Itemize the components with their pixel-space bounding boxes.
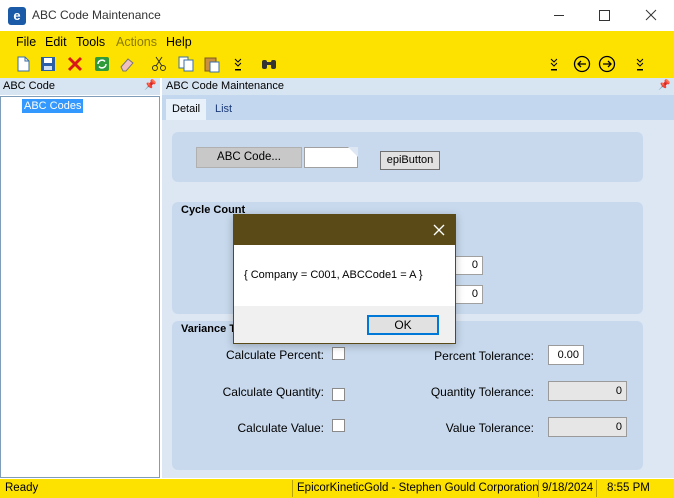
calculate-percent-checkbox[interactable] (332, 347, 345, 360)
status-separator (292, 480, 293, 497)
status-ready: Ready (5, 482, 39, 494)
close-icon (645, 9, 657, 21)
dialog-close-icon[interactable] (431, 222, 447, 238)
dialog-title-bar (234, 215, 455, 245)
calculate-quantity-checkbox[interactable] (332, 388, 345, 401)
refresh-icon[interactable] (93, 55, 111, 73)
tab-detail[interactable]: Detail (166, 99, 207, 120)
save-icon[interactable] (39, 55, 57, 73)
calculate-quantity-label: Calculate Quantity: (222, 385, 324, 399)
menu-actions[interactable]: Actions (116, 35, 157, 49)
minimize-icon (554, 15, 564, 16)
calculate-value-checkbox[interactable] (332, 419, 345, 432)
maximize-button[interactable] (582, 0, 628, 31)
title-bar: e ABC Code Maintenance (0, 0, 674, 31)
menu-help[interactable]: Help (166, 35, 192, 49)
dialog-footer: OK (234, 306, 455, 343)
status-bar: Ready EpicorKineticGold - Stephen Gould … (0, 479, 674, 498)
copy-icon[interactable] (177, 55, 195, 73)
new-icon[interactable] (14, 55, 32, 73)
left-panel-header: ABC Code 📌 (0, 78, 160, 95)
percent-tolerance-field[interactable]: 0.00 (548, 345, 584, 365)
tree-item-abc-codes[interactable]: ABC Codes (22, 99, 84, 113)
status-date: 9/18/2024 (542, 482, 594, 494)
status-time: 8:55 PM (607, 482, 650, 494)
close-button[interactable] (628, 0, 674, 31)
next-icon[interactable] (598, 55, 616, 73)
search-icon[interactable] (260, 55, 278, 73)
field-corner-icon (348, 147, 358, 157)
paste-icon[interactable] (203, 55, 221, 73)
value-tolerance-label: Value Tolerance: (445, 421, 534, 435)
cycle-count-field-1[interactable]: 0 (455, 256, 483, 275)
status-company: EpicorKineticGold - Stephen Gould Corpor… (297, 482, 539, 494)
ok-button[interactable]: OK (367, 315, 439, 335)
cut-icon[interactable] (150, 55, 168, 73)
delete-icon[interactable] (66, 55, 84, 73)
status-separator (596, 480, 597, 497)
tab-list[interactable]: List (209, 99, 238, 120)
toolbar (0, 52, 674, 78)
menu-tools[interactable]: Tools (76, 35, 105, 49)
epi-button[interactable]: epiButton (380, 151, 440, 170)
quantity-tolerance-field[interactable]: 0 (548, 381, 627, 401)
abc-code-button[interactable]: ABC Code... (196, 147, 302, 168)
app-icon: e (8, 7, 26, 25)
calculate-value-label: Calculate Value: (237, 421, 325, 435)
toolbar-overflow-icon[interactable] (232, 55, 244, 73)
right-panel-header: ABC Code Maintenance 📌 (162, 78, 674, 95)
left-panel-title: ABC Code (3, 80, 55, 92)
menu-bar: File Edit Tools Actions Help (0, 31, 674, 52)
cycle-count-field-2[interactable]: 0 (455, 285, 483, 304)
pin-icon-right[interactable]: 📌 (658, 80, 670, 91)
calculate-percent-label: Calculate Percent: (225, 348, 324, 362)
message-dialog: { Company = C001, ABCCode1 = A } OK (233, 214, 456, 344)
nav-overflow-icon[interactable] (548, 55, 560, 73)
menu-file[interactable]: File (16, 35, 36, 49)
maximize-icon (599, 10, 610, 21)
window-title: ABC Code Maintenance (32, 8, 161, 22)
pin-icon[interactable]: 📌 (144, 80, 156, 91)
status-separator (538, 480, 539, 497)
end-overflow-icon[interactable] (634, 55, 646, 73)
percent-tolerance-label: Percent Tolerance: (434, 349, 534, 363)
right-panel-title: ABC Code Maintenance (166, 80, 285, 92)
previous-icon[interactable] (573, 55, 591, 73)
tree-view[interactable]: ABC Codes (0, 96, 160, 478)
quantity-tolerance-label: Quantity Tolerance: (430, 385, 534, 399)
menu-edit[interactable]: Edit (45, 35, 67, 49)
minimize-button[interactable] (536, 0, 582, 31)
tab-strip: Detail List (162, 95, 674, 120)
variance-title: Variance T (181, 323, 237, 335)
value-tolerance-field[interactable]: 0 (548, 417, 627, 437)
dialog-message: { Company = C001, ABCCode1 = A } (244, 269, 423, 281)
clear-icon[interactable] (118, 55, 136, 73)
